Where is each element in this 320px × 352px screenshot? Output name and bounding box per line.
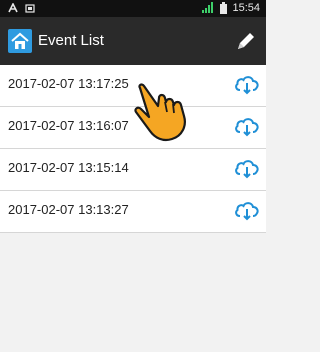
- event-row[interactable]: 2017-02-07 13:13:27: [0, 191, 266, 233]
- a-notification-icon: [8, 3, 18, 13]
- event-timestamp: 2017-02-07 13:15:14: [8, 160, 129, 175]
- status-time: 15:54: [232, 2, 260, 14]
- home-button[interactable]: [8, 29, 32, 53]
- cloud-download-icon[interactable]: [234, 158, 260, 180]
- status-bar: 15:54: [0, 0, 266, 17]
- edit-button[interactable]: [234, 29, 258, 53]
- event-timestamp: 2017-02-07 13:13:27: [8, 202, 129, 217]
- event-timestamp: 2017-02-07 13:16:07: [8, 118, 129, 133]
- status-right: 15:54: [201, 2, 260, 14]
- page-title: Event List: [38, 32, 104, 49]
- event-timestamp: 2017-02-07 13:17:25: [8, 76, 129, 91]
- home-icon: [8, 29, 32, 53]
- cloud-download-icon[interactable]: [234, 200, 260, 222]
- pencil-icon: [238, 33, 254, 49]
- event-row[interactable]: 2017-02-07 13:15:14: [0, 149, 266, 191]
- signal-icon: [202, 2, 214, 13]
- status-left: [8, 3, 35, 13]
- tap-hand-pointer-icon: [134, 83, 186, 142]
- battery-icon: [220, 2, 228, 14]
- cloud-download-icon[interactable]: [234, 74, 260, 96]
- cloud-download-icon[interactable]: [234, 116, 260, 138]
- photo-notification-icon: [25, 4, 35, 13]
- app-bar: Event List: [0, 17, 266, 65]
